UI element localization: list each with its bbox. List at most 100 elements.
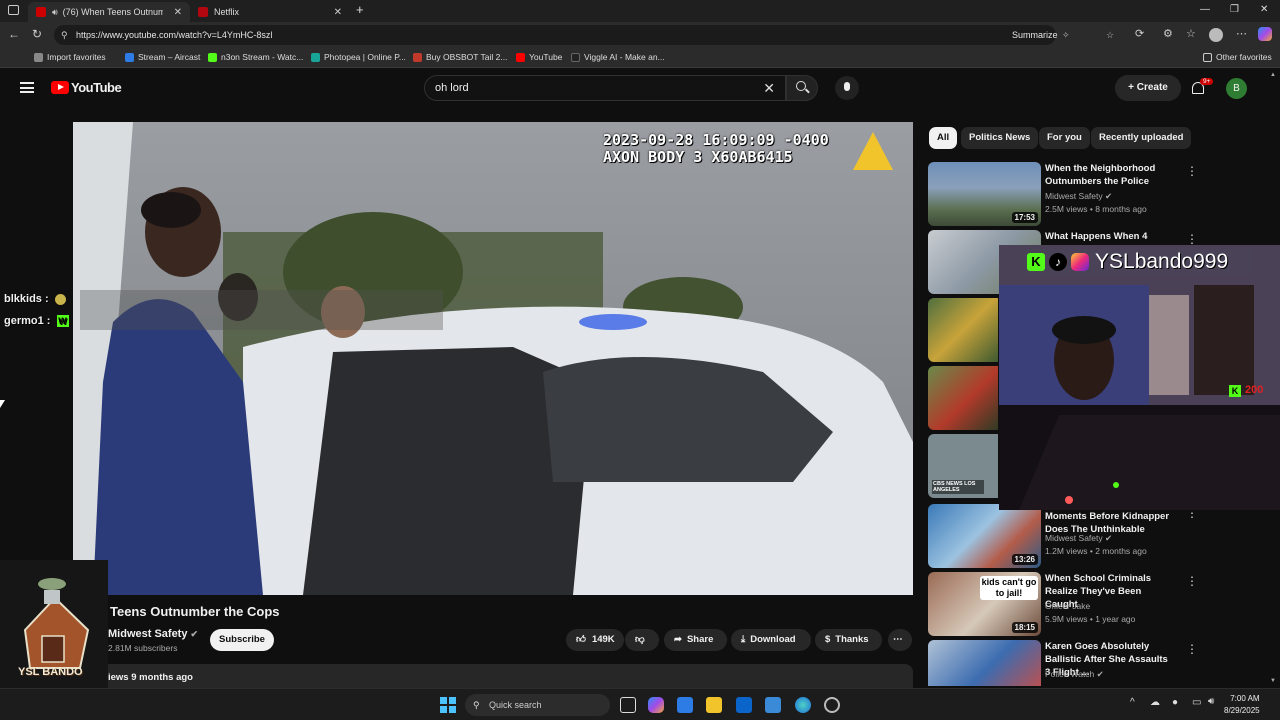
maximize-icon[interactable]: ❐ — [1230, 4, 1239, 15]
create-button[interactable]: + Create — [1115, 75, 1181, 101]
kick-icon — [208, 52, 217, 62]
file-explorer-icon[interactable] — [706, 697, 722, 713]
mic-tray-icon[interactable]: ● — [1172, 697, 1178, 708]
more-actions-button[interactable]: ⋯ — [888, 629, 912, 651]
extensions-icon[interactable]: ⟳ — [1135, 27, 1144, 40]
recommendation-channel[interactable]: Midwest Safety ✔ — [1045, 533, 1112, 544]
chip-all[interactable]: All — [929, 127, 958, 149]
account-avatar[interactable]: B — [1226, 78, 1247, 99]
taskbar-search[interactable]: ⚲ Quick search — [465, 694, 610, 716]
windows-start-icon[interactable] — [440, 697, 456, 713]
more-options-icon[interactable]: ⋮ — [1186, 574, 1198, 588]
favorites-icon[interactable]: ☆ — [1186, 27, 1196, 40]
duration-badge: 18:15 — [1011, 622, 1038, 633]
more-menu-icon[interactable]: ⋯ — [1236, 27, 1247, 40]
bookmark-photopea[interactable]: Photopea | Online P... — [311, 52, 406, 62]
reading-icon[interactable]: ✧ — [1062, 25, 1070, 45]
store-icon[interactable] — [677, 697, 693, 713]
duration-badge: 13:26 — [1011, 554, 1038, 565]
minimize-icon[interactable]: — — [1200, 4, 1210, 15]
bookmark-other-favorites[interactable]: Other favorites — [1203, 52, 1272, 62]
speaker-icon[interactable]: 🔊︎ — [52, 7, 58, 18]
chip-politics-news[interactable]: Politics News — [961, 127, 1039, 149]
recommendation-item[interactable]: 17:53 When the Neighborhood Outnumbers t… — [928, 162, 1273, 226]
recommendation-item[interactable]: kids can't go to jail! 18:15 When School… — [928, 572, 1273, 636]
dislike-button[interactable]: 👎︎ — [625, 629, 659, 651]
collections-icon[interactable]: ⚙ — [1163, 27, 1173, 40]
bookmark-label: YouTube — [529, 52, 563, 62]
duration-badge: 17:53 — [1011, 212, 1038, 223]
tab-youtube-video[interactable]: 🔊︎ (76) When Teens Outnumber ✕ — [28, 2, 190, 22]
window-close-icon[interactable]: ✕ — [1260, 4, 1268, 15]
app-icon[interactable] — [824, 697, 840, 713]
bookmark-import-favorites[interactable]: Import favorites — [34, 52, 106, 62]
chip-for-you[interactable]: For you — [1039, 127, 1090, 149]
video-player[interactable]: 2023-09-28 16:09:09 -0400 AXON BODY 3 X6… — [73, 122, 913, 595]
bookmark-youtube[interactable]: YouTube — [516, 52, 562, 62]
back-icon[interactable]: ← — [8, 27, 20, 41]
profile-avatar-icon[interactable] — [1209, 28, 1223, 42]
photos-icon[interactable] — [765, 697, 781, 713]
subscribe-button[interactable]: Subscribe — [210, 629, 274, 651]
channel-label: Midwest Safety — [1045, 533, 1103, 543]
recommendation-channel[interactable]: Police Watch ✔ — [1045, 669, 1104, 680]
bookmark-aircast[interactable]: Stream – Aircast — [125, 52, 200, 62]
download-icon: ⤓ — [741, 634, 746, 645]
recommendation-channel[interactable]: Officer Jake — [1045, 601, 1090, 611]
bookmark-viggle[interactable]: Viggle AI - Make an... — [571, 52, 665, 62]
tab-close-icon[interactable]: ✕ — [174, 7, 182, 18]
youtube-logo[interactable]: YouTube — [51, 80, 122, 95]
search-button[interactable] — [786, 75, 818, 101]
video-thumbnail[interactable]: kids can't go to jail! 18:15 — [928, 572, 1041, 636]
volume-icon[interactable]: 🔊︎ — [1208, 696, 1214, 707]
recommendation-item[interactable]: 13:26 Moments Before Kidnapper Does The … — [928, 504, 1273, 568]
hamburger-menu-icon[interactable] — [20, 82, 34, 93]
system-clock[interactable]: 7:00 AM 8/29/2025 — [1224, 693, 1260, 717]
tray-chevron-icon[interactable]: ^ — [1130, 697, 1135, 708]
task-view-icon[interactable] — [620, 697, 636, 713]
like-button[interactable]: 👍︎ 149K — [566, 629, 624, 651]
clear-search-icon[interactable]: ✕ — [763, 76, 775, 100]
site-info-icon[interactable]: ⚲ — [61, 25, 68, 45]
url-field[interactable]: ⚲ https://www.youtube.com/watch?v=L4YmHC… — [54, 25, 1114, 45]
edge-icon[interactable] — [795, 697, 811, 713]
recommendation-channel[interactable]: Midwest Safety ✔ — [1045, 191, 1112, 202]
recommendation-title[interactable]: When the Neighborhood Outnumbers the Pol… — [1045, 162, 1175, 188]
outlook-icon[interactable] — [736, 697, 752, 713]
refresh-icon[interactable]: ↻ — [32, 27, 42, 41]
tab-close-icon[interactable]: ✕ — [334, 7, 342, 18]
more-options-icon[interactable]: ⋮ — [1186, 164, 1198, 178]
bookmark-label: Import favorites — [47, 52, 106, 62]
video-thumbnail[interactable]: 17:53 — [928, 162, 1041, 226]
cloud-icon[interactable]: ☁ — [1150, 697, 1160, 708]
new-tab-icon[interactable]: + — [356, 2, 364, 17]
voice-search-button[interactable] — [835, 76, 859, 100]
channel-name[interactable]: Midwest Safety ✔ — [108, 628, 198, 640]
video-thumbnail[interactable] — [928, 366, 998, 430]
more-options-icon[interactable]: ⋮ — [1186, 642, 1198, 656]
tab-actions-icon[interactable] — [8, 5, 19, 15]
download-button[interactable]: ⤓ Download — [731, 629, 811, 651]
chat-backdrop — [80, 290, 443, 330]
thanks-button[interactable]: $ Thanks — [815, 629, 882, 651]
video-thumbnail[interactable]: 13:26 — [928, 504, 1041, 568]
bookmark-n3on[interactable]: n3on Stream - Watc... — [208, 52, 303, 62]
video-thumbnail[interactable] — [928, 298, 998, 362]
bookmark-label: Stream – Aircast — [138, 52, 201, 62]
copilot-icon[interactable] — [648, 697, 664, 713]
chip-recently-uploaded[interactable]: Recently uploaded — [1091, 127, 1192, 149]
recommendation-item[interactable]: Karen Goes Absolutely Ballistic After Sh… — [928, 640, 1273, 686]
favorite-star-icon[interactable]: ☆ — [1106, 25, 1114, 45]
tab-netflix[interactable]: Netflix ✕ — [190, 2, 350, 22]
video-thumbnail[interactable] — [928, 640, 1041, 686]
summarize-button[interactable]: Summarize — [1012, 25, 1058, 45]
video-thumbnail[interactable]: CBS NEWS LOS ANGELES — [928, 434, 998, 498]
share-button[interactable]: ➦ Share — [664, 629, 727, 651]
display-icon[interactable]: ▭ — [1192, 697, 1201, 708]
bookmark-obsbot[interactable]: Buy OBSBOT Tail 2... — [413, 52, 507, 62]
more-options-icon[interactable]: ⋮ — [1186, 232, 1198, 246]
youtube-favicon-icon — [36, 7, 46, 17]
copilot-icon[interactable] — [1258, 27, 1272, 41]
emote-icon — [54, 293, 66, 305]
search-input[interactable]: oh lord ✕ — [424, 75, 786, 101]
